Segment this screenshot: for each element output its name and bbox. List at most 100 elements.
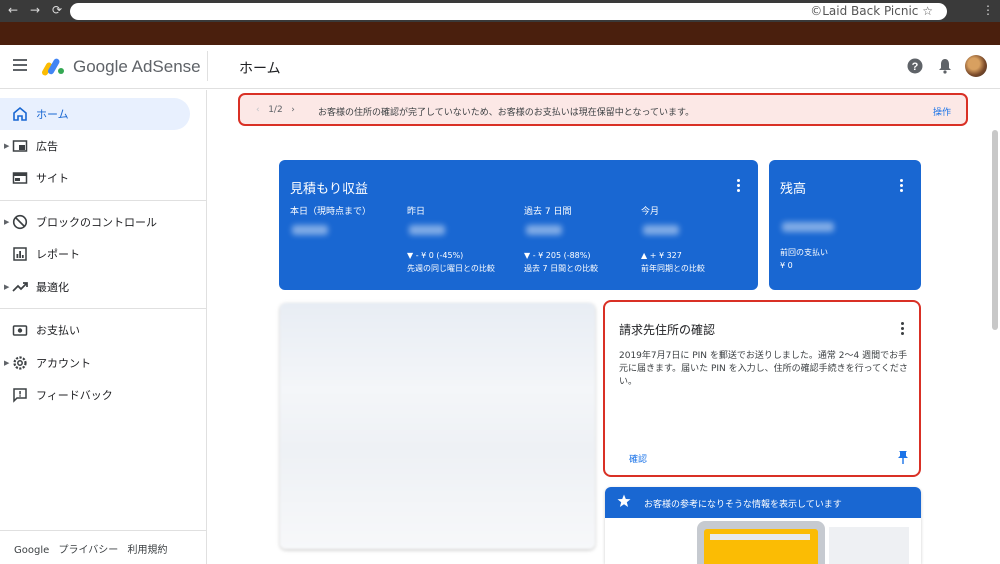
address-bar[interactable]: ©Laid Back Picnic ☆: [70, 3, 947, 20]
metric-change: ▼ - ¥ 0 (-45%): [407, 251, 464, 260]
alert-pager: ‹ 1/2 ›: [256, 105, 295, 115]
ads-icon: [12, 140, 28, 152]
help-icon[interactable]: ?: [907, 58, 923, 74]
sidebar-item-sites[interactable]: サイト: [0, 162, 190, 194]
alert-message: お客様の住所の確認が完了していないため、お客様のお支払いは現在保留中となっていま…: [318, 108, 695, 118]
brand-name: Google AdSense: [73, 57, 201, 76]
verify-link[interactable]: 確認: [629, 452, 647, 465]
laptop-illustration: [697, 521, 825, 564]
expand-caret-icon[interactable]: ▶: [4, 359, 9, 367]
payments-icon: [12, 325, 28, 336]
settings-icon: [13, 356, 27, 370]
sidebar-item-label: レポート: [36, 248, 80, 261]
reload-button[interactable]: ⟳: [52, 3, 62, 17]
balance-title: 残高: [780, 182, 807, 197]
tips-title: お客様の参考になりそうな情報を表示しています: [644, 500, 842, 510]
metric-yesterday: 昨日 ▼ - ¥ 0 (-45%) 先週の同じ曜日との比較: [407, 206, 495, 275]
watermark-text: ©Laid Back Picnic: [810, 4, 919, 18]
illustration-screen: [704, 529, 818, 564]
home-icon: [13, 106, 27, 121]
blurred-value: [782, 222, 834, 232]
metric-compare: 先週の同じ曜日との比較: [407, 264, 495, 273]
sidebar-footer: Google プライバシー 利用規約: [14, 541, 173, 556]
sidebar-item-payments[interactable]: お支払い: [0, 314, 190, 346]
sidebar-item-label: 広告: [36, 140, 58, 153]
terms-link[interactable]: 利用規約: [127, 545, 167, 556]
bell-icon[interactable]: [937, 58, 953, 74]
last-payment-label: 前回の支払い: [780, 248, 828, 257]
sidebar-item-reports[interactable]: レポート: [0, 238, 190, 270]
page-title: ホーム: [239, 61, 281, 77]
sidebar-item-optimize[interactable]: ▶ 最適化: [0, 271, 190, 303]
menu-icon[interactable]: [13, 59, 27, 71]
sidebar-divider: [0, 530, 207, 531]
sidebar-item-label: アカウント: [36, 357, 91, 370]
blurred-value: [526, 225, 562, 235]
metric-label: 本日（現時点まで）: [290, 207, 372, 217]
star-icon: [617, 494, 631, 507]
earnings-title: 見積もり収益: [290, 182, 369, 197]
expand-caret-icon[interactable]: ▶: [4, 218, 9, 226]
more-options-icon[interactable]: [900, 179, 904, 193]
feedback-icon: [13, 388, 27, 403]
back-button[interactable]: ←: [8, 3, 18, 17]
blurred-value: [409, 225, 445, 235]
sidebar-item-ads[interactable]: ▶ 広告: [0, 130, 190, 162]
metric-compare: 前年同期との比較: [641, 264, 705, 273]
sidebar-item-block-controls[interactable]: ▶ ブロックのコントロール: [0, 206, 190, 238]
balance-values: 前回の支払い ¥ 0: [780, 222, 834, 272]
blurred-value: [292, 225, 328, 235]
scrollbar[interactable]: [992, 130, 998, 330]
more-options-icon[interactable]: [737, 179, 741, 193]
last-payment-value: ¥ 0: [780, 261, 793, 270]
more-options-icon[interactable]: [901, 322, 905, 336]
verification-body: 2019年7月7日に PIN を郵送でお送りしました。通常 2〜4 週間でお手元…: [619, 351, 908, 387]
browser-menu-button[interactable]: ⋮: [982, 3, 994, 17]
metric-label: 過去 7 日間: [524, 207, 572, 217]
sidebar-item-home[interactable]: ホーム: [0, 98, 190, 130]
prev-alert-button[interactable]: ‹: [256, 105, 260, 115]
tips-card: お客様の参考になりそうな情報を表示しています: [605, 487, 921, 564]
expand-caret-icon[interactable]: ▶: [4, 283, 9, 291]
sidebar-divider: [0, 308, 207, 309]
sidebar-item-account[interactable]: ▶ アカウント: [0, 347, 190, 379]
metric-label: 今月: [641, 207, 660, 217]
avatar[interactable]: [965, 55, 987, 77]
next-alert-button[interactable]: ›: [291, 105, 295, 115]
sidebar-item-label: フィードバック: [36, 389, 113, 402]
bookmark-star-icon[interactable]: ☆: [922, 4, 933, 18]
sidebar: ホーム ▶ 広告 サイト ▶ ブロックのコントロール レポート ▶ 最適化 お支…: [0, 90, 207, 564]
browser-chrome: ← → ⟳ ©Laid Back Picnic ☆ ⋮: [0, 0, 1000, 45]
sidebar-item-label: ホーム: [36, 108, 69, 121]
earnings-card: 見積もり収益 本日（現時点まで） 昨日 ▼ - ¥ 0 (-45%) 先週の同じ…: [279, 160, 758, 290]
alert-action-button[interactable]: 操作: [933, 105, 951, 118]
block-icon: [12, 214, 28, 230]
expand-caret-icon[interactable]: ▶: [4, 142, 9, 150]
metric-this-month: 今月 ▲ + ¥ 327 前年同期との比較: [641, 206, 705, 275]
address-verification-card: 請求先住所の確認 2019年7月7日に PIN を郵送でお送りしました。通常 2…: [603, 300, 921, 477]
google-link[interactable]: Google: [14, 545, 49, 556]
metric-last-7-days: 過去 7 日間 ▼ - ¥ 205 (-88%) 過去 7 日間との比較: [524, 206, 598, 275]
blurred-card: [280, 303, 595, 549]
sidebar-item-label: お支払い: [36, 324, 80, 337]
sites-icon: [12, 172, 28, 184]
blurred-value: [643, 225, 679, 235]
svg-text:?: ?: [912, 61, 919, 73]
pin-icon[interactable]: [897, 450, 909, 464]
forward-button[interactable]: →: [30, 3, 40, 17]
metric-change: ▲ + ¥ 327: [641, 251, 682, 260]
header-divider: [207, 51, 208, 81]
illustration-panel: [829, 527, 909, 564]
sidebar-divider: [0, 200, 207, 201]
privacy-link[interactable]: プライバシー: [58, 545, 118, 556]
metric-compare: 過去 7 日間との比較: [524, 264, 599, 273]
trending-icon: [12, 282, 28, 292]
sidebar-item-feedback[interactable]: フィードバック: [0, 379, 190, 411]
metric-change: ▼ - ¥ 205 (-88%): [524, 251, 591, 260]
balance-card: 残高 前回の支払い ¥ 0: [769, 160, 921, 290]
alert-banner: ‹ 1/2 › お客様の住所の確認が完了していないため、お客様のお支払いは現在保…: [238, 93, 968, 126]
adsense-logo-icon: [42, 58, 64, 76]
sidebar-item-label: ブロックのコントロール: [36, 216, 157, 229]
app-header: Google AdSense ホーム ?: [0, 45, 1000, 89]
metric-label: 昨日: [407, 207, 426, 217]
